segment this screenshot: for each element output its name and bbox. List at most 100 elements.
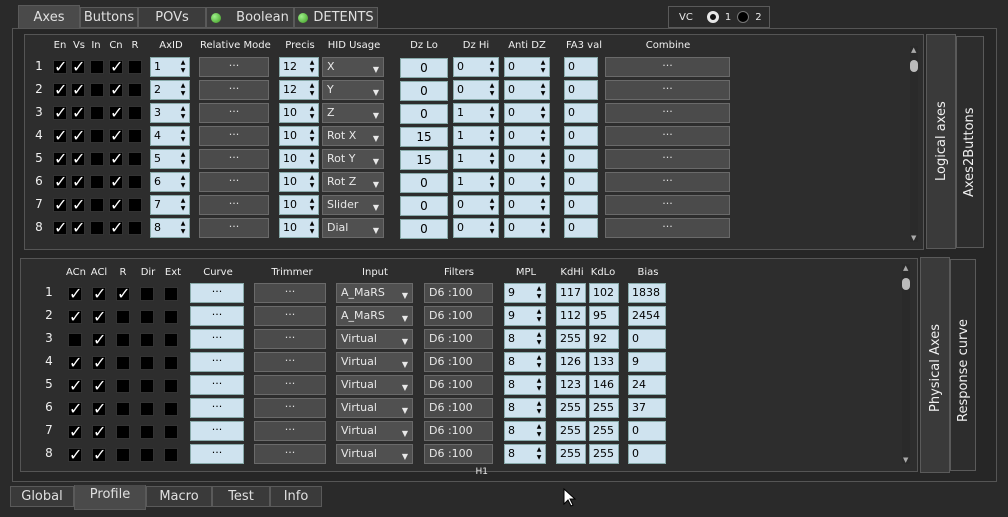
bias-field[interactable]: 2454 xyxy=(628,306,666,326)
precis-spinner[interactable]: 10 ▲ ▼ xyxy=(279,172,319,192)
bias-field[interactable]: 0 xyxy=(628,329,666,349)
combine-button[interactable]: ··· xyxy=(605,103,730,123)
relative-mode-button[interactable]: ··· xyxy=(199,57,269,77)
spinner-arrows-icon[interactable]: ▲ ▼ xyxy=(179,197,187,213)
hid-usage-dropdown[interactable]: Dial ▼ xyxy=(322,218,384,238)
kdlo-field[interactable]: 255 xyxy=(589,421,619,441)
antidz-spinner[interactable]: 0 ▲ ▼ xyxy=(504,218,550,238)
checkbox-dir[interactable] xyxy=(140,356,154,370)
relative-mode-button[interactable]: ··· xyxy=(199,126,269,146)
checkbox-acn[interactable]: ✓ xyxy=(68,355,82,371)
trimmer-button[interactable]: ··· xyxy=(254,421,326,441)
spinner-arrows-icon[interactable]: ▲ ▼ xyxy=(535,331,543,347)
relative-mode-button[interactable]: ··· xyxy=(199,103,269,123)
trimmer-button[interactable]: ··· xyxy=(254,306,326,326)
precis-spinner[interactable]: 10 ▲ ▼ xyxy=(279,103,319,123)
relative-mode-button[interactable]: ··· xyxy=(199,80,269,100)
mpl-spinner[interactable]: 8 ▲ ▼ xyxy=(504,352,546,372)
dzhi-spinner[interactable]: 0 ▲ ▼ xyxy=(453,218,499,238)
curve-button[interactable]: ··· xyxy=(190,398,244,418)
vc-radio-1[interactable] xyxy=(706,11,719,23)
spinner-arrows-icon[interactable]: ▲ ▼ xyxy=(488,151,496,167)
checkbox-in[interactable] xyxy=(90,83,104,97)
dz-lo-field[interactable]: 0 xyxy=(400,104,448,124)
checkbox-r[interactable] xyxy=(128,175,142,189)
checkbox-r[interactable] xyxy=(128,152,142,166)
kdhi-field[interactable]: 123 xyxy=(556,375,586,395)
axid-spinner[interactable]: 8 ▲ ▼ xyxy=(150,218,190,238)
antidz-spinner[interactable]: 0 ▲ ▼ xyxy=(504,103,550,123)
checkbox-en[interactable]: ✓ xyxy=(53,174,67,190)
checkbox-acl[interactable]: ✓ xyxy=(92,378,106,394)
spinner-arrows-icon[interactable]: ▲ ▼ xyxy=(179,82,187,98)
checkbox-en[interactable]: ✓ xyxy=(53,151,67,167)
antidz-spinner[interactable]: 0 ▲ ▼ xyxy=(504,149,550,169)
fa3-field[interactable]: 0 xyxy=(564,80,598,100)
checkbox-in[interactable] xyxy=(90,198,104,212)
checkbox-r[interactable] xyxy=(116,356,130,370)
dz-lo-field[interactable]: 0 xyxy=(400,81,448,101)
spinner-arrows-icon[interactable]: ▲ ▼ xyxy=(308,151,316,167)
spinner-arrows-icon[interactable]: ▲ ▼ xyxy=(308,59,316,75)
curve-button[interactable]: ··· xyxy=(190,283,244,303)
checkbox-vs[interactable]: ✓ xyxy=(71,82,85,98)
checkbox-r[interactable] xyxy=(128,60,142,74)
filters-button[interactable]: D6 :100H1 xyxy=(424,375,493,408)
checkbox-vs[interactable]: ✓ xyxy=(71,59,85,75)
mpl-spinner[interactable]: 8 ▲ ▼ xyxy=(504,375,546,395)
relative-mode-button[interactable]: ··· xyxy=(199,195,269,215)
filters-button[interactable]: D6 :100H1 xyxy=(424,306,493,339)
fa3-field[interactable]: 0 xyxy=(564,172,598,192)
tab-response-curve[interactable]: Response curve xyxy=(950,259,976,471)
dzhi-spinner[interactable]: 0 ▲ ▼ xyxy=(453,195,499,215)
checkbox-vs[interactable]: ✓ xyxy=(71,128,85,144)
tab-povs[interactable]: POVs xyxy=(138,7,206,28)
kdhi-field[interactable]: 117 xyxy=(556,283,586,303)
checkbox-in[interactable] xyxy=(90,60,104,74)
checkbox-en[interactable]: ✓ xyxy=(53,128,67,144)
combine-button[interactable]: ··· xyxy=(605,172,730,192)
checkbox-dir[interactable] xyxy=(140,379,154,393)
tab-physical-axes[interactable]: Physical Axes xyxy=(920,257,950,473)
spinner-arrows-icon[interactable]: ▲ ▼ xyxy=(535,400,543,416)
spinner-arrows-icon[interactable]: ▲ ▼ xyxy=(535,354,543,370)
input-dropdown[interactable]: Virtual ▼ xyxy=(336,375,413,395)
spinner-arrows-icon[interactable]: ▲ ▼ xyxy=(539,151,547,167)
spinner-arrows-icon[interactable]: ▲ ▼ xyxy=(488,197,496,213)
antidz-spinner[interactable]: 0 ▲ ▼ xyxy=(504,172,550,192)
spinner-arrows-icon[interactable]: ▲ ▼ xyxy=(179,174,187,190)
checkbox-ext[interactable] xyxy=(164,448,178,462)
spinner-arrows-icon[interactable]: ▲ ▼ xyxy=(308,174,316,190)
dz-lo-field[interactable]: 15 xyxy=(400,127,448,147)
checkbox-acl[interactable]: ✓ xyxy=(92,332,106,348)
checkbox-ext[interactable] xyxy=(164,379,178,393)
kdlo-field[interactable]: 95 xyxy=(589,306,619,326)
spinner-arrows-icon[interactable]: ▲ ▼ xyxy=(488,105,496,121)
spinner-arrows-icon[interactable]: ▲ ▼ xyxy=(308,105,316,121)
input-dropdown[interactable]: Virtual ▼ xyxy=(336,444,413,464)
hid-usage-dropdown[interactable]: Rot Y ▼ xyxy=(322,149,384,169)
spinner-arrows-icon[interactable]: ▲ ▼ xyxy=(308,220,316,236)
checkbox-dir[interactable] xyxy=(140,310,154,324)
fa3-field[interactable]: 0 xyxy=(564,103,598,123)
vc-radio-2[interactable] xyxy=(737,11,750,23)
curve-button[interactable]: ··· xyxy=(190,352,244,372)
fa3-field[interactable]: 0 xyxy=(564,57,598,77)
spinner-arrows-icon[interactable]: ▲ ▼ xyxy=(179,105,187,121)
checkbox-en[interactable]: ✓ xyxy=(53,82,67,98)
input-dropdown[interactable]: Virtual ▼ xyxy=(336,398,413,418)
dzhi-spinner[interactable]: 0 ▲ ▼ xyxy=(453,80,499,100)
input-dropdown[interactable]: A_MaRS ▼ xyxy=(336,306,413,326)
checkbox-r[interactable] xyxy=(128,106,142,120)
checkbox-dir[interactable] xyxy=(140,448,154,462)
input-dropdown[interactable]: A_MaRS ▼ xyxy=(336,283,413,303)
spinner-arrows-icon[interactable]: ▲ ▼ xyxy=(539,105,547,121)
checkbox-acn[interactable]: ✓ xyxy=(68,309,82,325)
filters-button[interactable]: D6 :100H1 xyxy=(424,421,493,454)
bias-field[interactable]: 24 xyxy=(628,375,666,395)
tab-axes2buttons[interactable]: Axes2Buttons xyxy=(956,36,984,248)
checkbox-vs[interactable]: ✓ xyxy=(71,197,85,213)
checkbox-r[interactable] xyxy=(116,402,130,416)
checkbox-in[interactable] xyxy=(90,221,104,235)
fa3-field[interactable]: 0 xyxy=(564,149,598,169)
